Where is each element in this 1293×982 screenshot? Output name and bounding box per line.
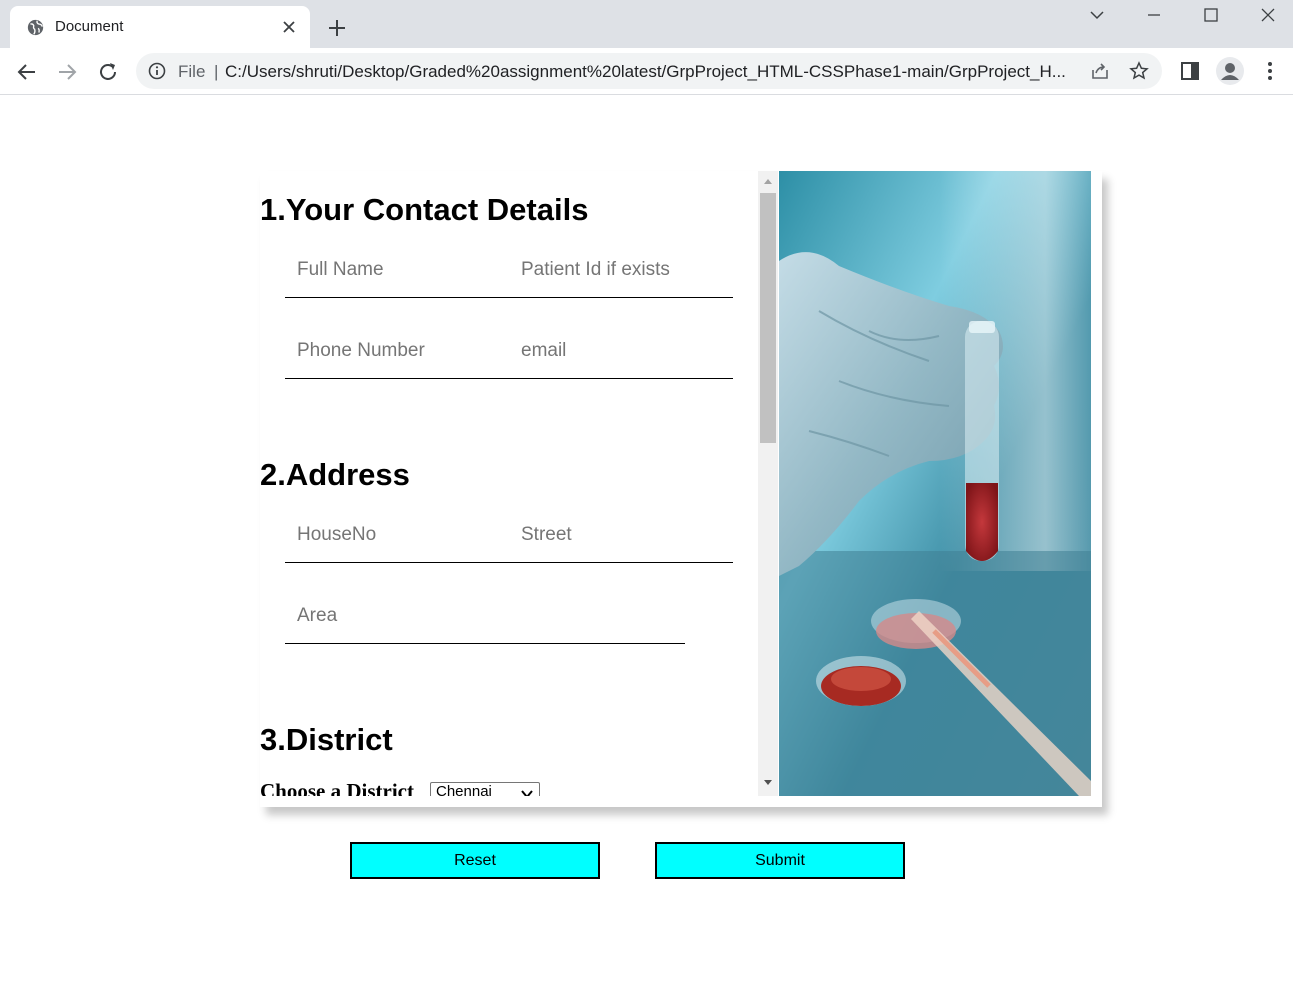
close-tab-icon[interactable]: [280, 18, 298, 36]
scroll-thumb[interactable]: [760, 193, 776, 443]
area-underline: [285, 643, 685, 644]
globe-icon: [27, 19, 44, 36]
district-label: Choose a District: [260, 779, 414, 796]
forward-arrow-icon[interactable]: [55, 60, 79, 84]
info-icon[interactable]: [148, 62, 166, 80]
close-window-button[interactable]: [1244, 0, 1292, 30]
section-contact-title: 1.Your Contact Details: [260, 192, 589, 227]
address-row1-underline: [285, 562, 733, 563]
url-text[interactable]: C:/Users/shruti/Desktop/Graded%20assignm…: [225, 62, 1075, 82]
tab-title: Document: [55, 18, 124, 35]
chevron-down-icon: [1090, 11, 1104, 20]
profile-avatar[interactable]: [1216, 57, 1244, 85]
minimize-icon: [1148, 14, 1160, 16]
address-bar[interactable]: File | C:/Users/shruti/Desktop/Graded%20…: [136, 53, 1162, 89]
section-address-title: 2.Address: [260, 457, 410, 492]
maximize-icon: [1204, 8, 1218, 22]
patient-id-input[interactable]: [521, 259, 731, 281]
tab-search-button[interactable]: [1073, 0, 1121, 30]
tab-strip: Document: [0, 0, 1293, 48]
form-panel: 1.Your Contact Details 2.Address 3.Distr…: [260, 171, 778, 796]
contact-row1-underline: [285, 297, 733, 298]
close-icon: [1261, 8, 1275, 22]
phone-input[interactable]: [297, 340, 507, 362]
back-arrow-icon[interactable]: [15, 60, 39, 84]
share-icon[interactable]: [1090, 61, 1110, 81]
section-district-title: 3.District: [260, 722, 393, 757]
kebab-menu-icon[interactable]: [1258, 59, 1282, 83]
browser-toolbar: File | C:/Users/shruti/Desktop/Graded%20…: [0, 48, 1293, 95]
scroll-down-arrow-icon[interactable]: [764, 780, 772, 786]
email-input[interactable]: [521, 340, 731, 362]
chevron-down-icon: [521, 790, 533, 796]
person-icon: [1221, 63, 1239, 80]
minimize-button[interactable]: [1130, 0, 1178, 30]
side-panel-icon[interactable]: [1178, 59, 1202, 83]
house-no-input[interactable]: [297, 524, 507, 546]
new-tab-icon[interactable]: [325, 16, 349, 40]
maximize-button[interactable]: [1187, 0, 1235, 30]
scroll-up-arrow-icon[interactable]: [764, 178, 772, 184]
contact-row2-underline: [285, 378, 733, 379]
lab-test-tube-image: [779, 171, 1091, 796]
form-scrollbar[interactable]: [758, 171, 778, 796]
reset-button[interactable]: Reset: [350, 842, 600, 879]
full-name-input[interactable]: [297, 259, 507, 281]
bookmark-star-icon[interactable]: [1129, 61, 1149, 81]
district-selected-value: Chennai: [436, 783, 492, 796]
area-input[interactable]: [297, 605, 677, 627]
district-select[interactable]: Chennai: [430, 782, 540, 796]
reload-icon[interactable]: [96, 60, 120, 84]
street-input[interactable]: [521, 524, 731, 546]
url-separator: |: [214, 62, 219, 81]
submit-button[interactable]: Submit: [655, 842, 905, 879]
active-tab[interactable]: Document: [10, 6, 310, 48]
url-scheme: File: [178, 62, 206, 81]
